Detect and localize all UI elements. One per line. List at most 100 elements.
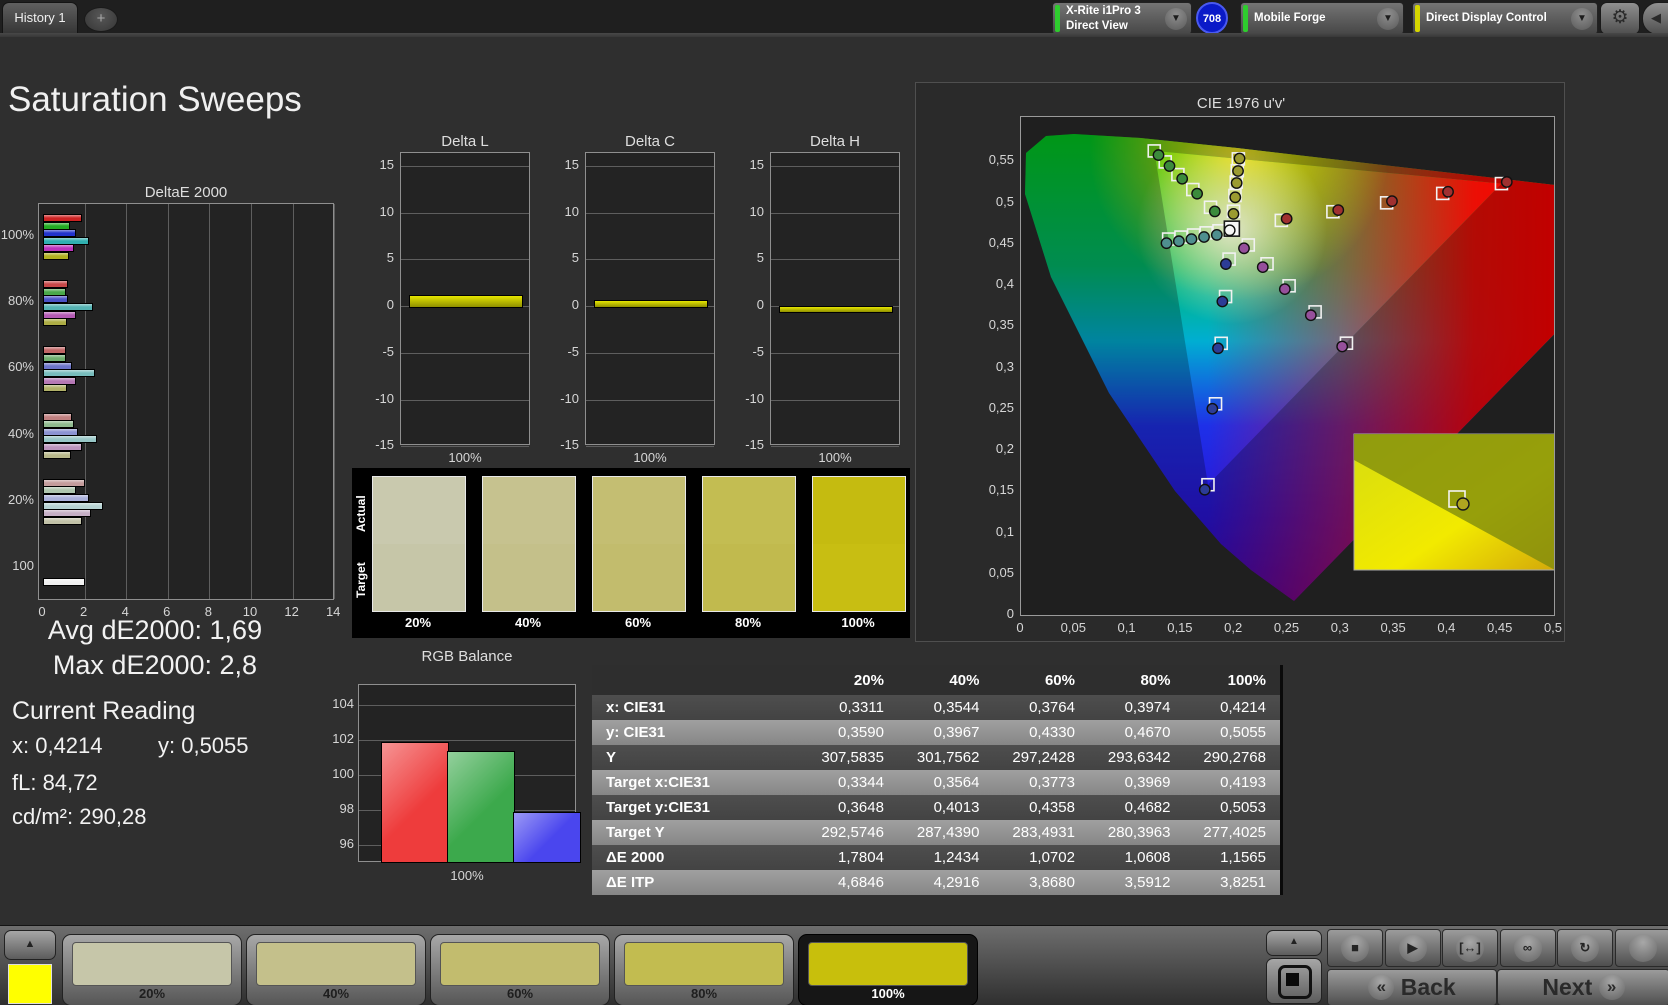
table-cell: 4,2916 <box>898 874 994 891</box>
group-label: 80% <box>0 293 34 308</box>
meter-dropdown[interactable]: X-Rite i1Pro 3Direct View ▼ <box>1052 2 1192 35</box>
actual-target-swatch-panel: Actual Target 20%40%60%80%100% <box>352 468 910 638</box>
source-dropdown[interactable]: Mobile Forge ▼ <box>1240 2 1404 35</box>
measured-marker <box>1502 177 1512 187</box>
transport-up-button[interactable]: ▲ <box>1266 930 1322 956</box>
x-tick-label: 100% <box>585 450 715 465</box>
de2000-bar-yellow <box>43 451 71 459</box>
table-cell: 1,0702 <box>993 849 1089 866</box>
gridline <box>586 400 714 401</box>
current-x-value: x: 0,4214 <box>12 733 103 759</box>
table-cell: 0,3590 <box>802 724 898 741</box>
next-button[interactable]: Next » <box>1497 969 1668 1005</box>
rgb-bar-G <box>447 751 515 864</box>
measured-marker <box>1213 343 1223 353</box>
gridline <box>771 213 899 214</box>
patch-panel-up-button[interactable]: ▲ <box>4 930 56 960</box>
transport-play[interactable]: ▶ <box>1385 929 1441 967</box>
tab-history-1[interactable]: History 1 <box>2 2 78 34</box>
patch-button-60%[interactable]: 60% <box>430 934 610 1005</box>
transport-range[interactable]: [↔] <box>1442 929 1498 967</box>
y-tick-label: -5 <box>734 344 764 359</box>
cie-y-tick: 0,5 <box>972 194 1014 209</box>
y-tick-label: 5 <box>734 250 764 265</box>
cie-y-tick: 0,05 <box>972 565 1014 580</box>
transport-blank[interactable] <box>1615 929 1668 967</box>
measured-marker <box>1174 236 1184 246</box>
cie-1976-plot <box>1020 116 1555 616</box>
table-cell: 301,7562 <box>898 749 994 766</box>
display-window-button[interactable] <box>1266 958 1322 1004</box>
table-cell: 0,4330 <box>993 724 1089 741</box>
row-label: Target Y <box>592 824 802 841</box>
table-header-row: 20%40%60%80%100% <box>592 665 1280 695</box>
compare-swatch-label: 60% <box>592 615 684 630</box>
actual-row-label: Actual <box>354 482 368 546</box>
gridline <box>85 204 86 599</box>
deltaL-bar <box>409 295 523 308</box>
play-icon: ▶ <box>1399 934 1427 962</box>
patch-button-100%[interactable]: 100% <box>798 934 978 1005</box>
table-cell: 0,3969 <box>1089 774 1185 791</box>
measured-marker <box>1280 284 1290 294</box>
table-cell: 0,3764 <box>993 699 1089 716</box>
gridline <box>251 204 252 599</box>
row-label: y: CIE31 <box>592 724 802 741</box>
table-cell: 0,3544 <box>898 699 994 716</box>
compare-swatch-label: 80% <box>702 615 794 630</box>
table-cell: 3,8251 <box>1184 874 1280 891</box>
add-tab-button[interactable]: + <box>84 7 118 32</box>
table-row: x: CIE310,33110,35440,37640,39740,4214 <box>592 695 1280 720</box>
table-cell: 287,4390 <box>898 824 994 841</box>
table-row: y: CIE310,35900,39670,43300,46700,5055 <box>592 720 1280 745</box>
y-tick-label: 98 <box>320 801 354 816</box>
patch-button-40%[interactable]: 40% <box>246 934 426 1005</box>
actual-swatch <box>593 477 685 544</box>
display-control-dropdown[interactable]: Direct Display Control ▼ <box>1412 2 1598 35</box>
patch-button-80%[interactable]: 80% <box>614 934 794 1005</box>
cie-y-tick: 0,3 <box>972 359 1014 374</box>
patch-button-20%[interactable]: 20% <box>62 934 242 1005</box>
column-header: 60% <box>993 672 1089 689</box>
compare-swatch-60% <box>592 476 686 612</box>
measured-marker <box>1281 214 1291 224</box>
cie-y-tick: 0,4 <box>972 276 1014 291</box>
y-tick-label: 15 <box>364 157 394 172</box>
table-row: Target x:CIE310,33440,35640,37730,39690,… <box>592 770 1280 795</box>
gridline <box>209 204 210 599</box>
transport-loop[interactable]: ∞ <box>1500 929 1556 967</box>
measured-marker <box>1217 296 1227 306</box>
cie-x-tick: 0,5 <box>1533 620 1573 635</box>
measured-marker <box>1200 484 1210 494</box>
compare-swatch-label: 100% <box>812 615 904 630</box>
page-title: Saturation Sweeps <box>8 80 302 120</box>
max-de2000-value: Max dE2000: 2,8 <box>0 650 310 681</box>
collapse-panel-button[interactable]: ◀ <box>1642 2 1668 35</box>
rgb-balance-chart <box>358 684 576 862</box>
table-cell: 0,4193 <box>1184 774 1280 791</box>
table-cell: 1,1565 <box>1184 849 1280 866</box>
row-label: Target y:CIE31 <box>592 799 802 816</box>
transport-refresh[interactable]: ↻ <box>1557 929 1613 967</box>
settings-button[interactable]: ⚙ <box>1600 2 1640 35</box>
cie-x-tick: 0,3 <box>1320 620 1360 635</box>
back-button[interactable]: « Back <box>1327 969 1497 1005</box>
cie-x-tick: 0,4 <box>1426 620 1466 635</box>
patch-swatch <box>624 942 784 986</box>
table-cell: 0,3564 <box>898 774 994 791</box>
refresh-icon: ↻ <box>1571 934 1599 962</box>
display-control-status-stripe <box>1415 5 1420 32</box>
loop-icon: ∞ <box>1514 934 1542 962</box>
meter-count-badge: 708 <box>1196 2 1228 34</box>
table-cell: 0,4682 <box>1089 799 1185 816</box>
actual-swatch <box>703 477 795 544</box>
row-label: Target x:CIE31 <box>592 774 802 791</box>
cie-chromaticity-diagram <box>1021 117 1554 615</box>
transport-stop[interactable]: ■ <box>1327 929 1383 967</box>
row-label: ΔE 2000 <box>592 849 802 866</box>
table-cell: 0,5055 <box>1184 724 1280 741</box>
cie-1976-panel: CIE 1976 u'v' <box>915 82 1565 642</box>
gridline <box>586 259 714 260</box>
measured-marker <box>1164 161 1174 171</box>
target-swatch <box>593 544 685 611</box>
